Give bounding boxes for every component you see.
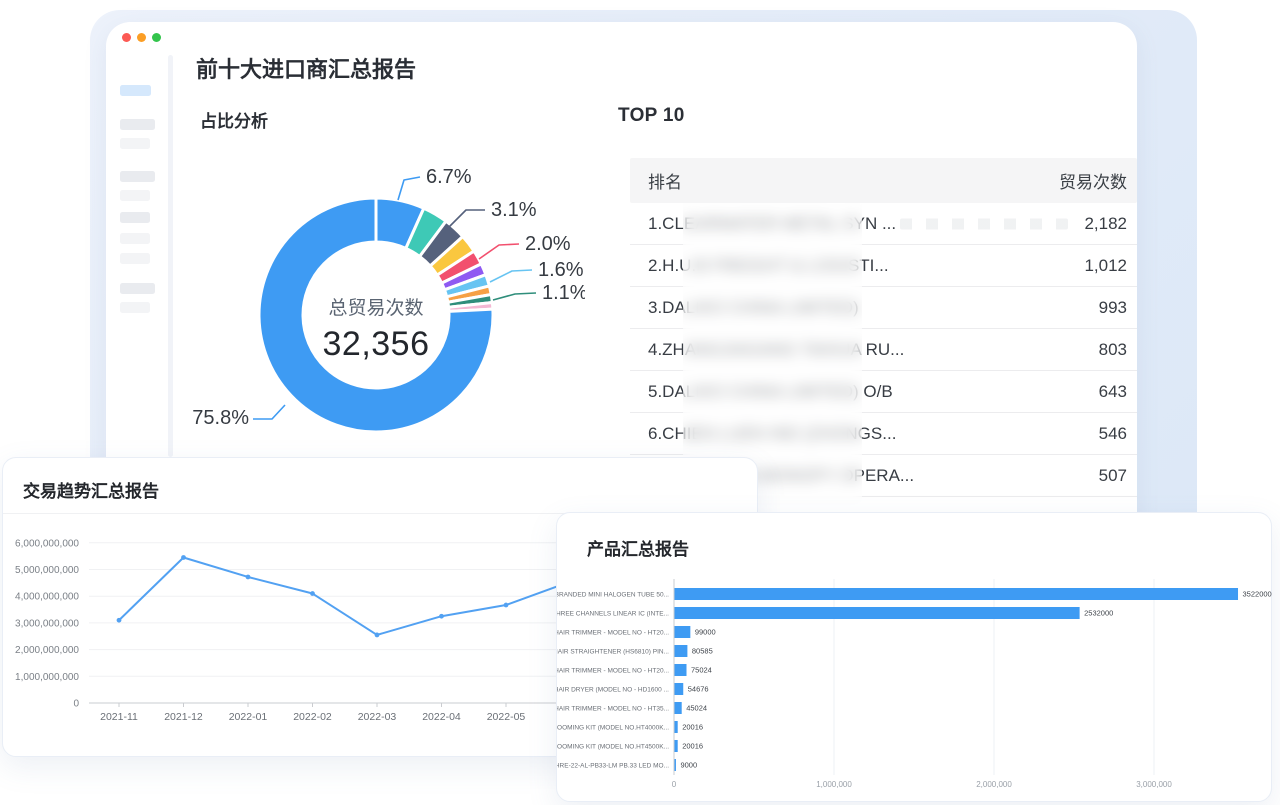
page-title: 前十大进口商汇总报告 [196, 52, 416, 84]
minimize-button[interactable] [137, 33, 146, 42]
svg-text:20016: 20016 [682, 742, 703, 751]
svg-text:2022-04: 2022-04 [422, 711, 461, 723]
svg-text:1,000,000,000: 1,000,000,000 [15, 672, 79, 683]
svg-text:3522000: 3522000 [1243, 590, 1272, 599]
close-button[interactable] [122, 33, 131, 42]
product-bar-chart: 0 1,000,000 2,000,000 3,000,000 UNBRANDED MI… [557, 569, 1273, 805]
svg-text:0: 0 [672, 780, 677, 789]
product-report-panel: 产品汇总报告 0 1,000,000 2,000,000 3,000,000 UNBRA… [556, 512, 1272, 802]
svg-text:HRE-22-AL-PB33-LM PB.33 LED MO: HRE-22-AL-PB33-LM PB.33 LED MO... [557, 763, 669, 770]
page: 前十大进口商汇总报告 占比分析 6.7% 3.1% 2.0% 1.6%1.1% 75.8… [0, 0, 1280, 805]
maximize-button[interactable] [152, 33, 161, 42]
svg-text:HAIR STRAIGHTENER (HS6810) PIN: HAIR STRAIGHTENER (HS6810) PIN... [557, 649, 669, 656]
table-header: 排名 贸易次数 [630, 158, 1137, 203]
svg-text:1,000,000: 1,000,000 [816, 780, 852, 789]
trade-count: 2,182 [1072, 214, 1127, 234]
sidebar-item-3[interactable] [120, 138, 150, 149]
sidebar-item-9[interactable] [120, 283, 155, 294]
sidebar-item-1[interactable] [120, 85, 151, 96]
svg-text:99000: 99000 [695, 628, 716, 637]
donut-chart: 6.7% 3.1% 2.0% 1.6%1.1% 75.8% [185, 155, 585, 445]
svg-text:UNBRANDED MINI HALOGEN TUBE 50: UNBRANDED MINI HALOGEN TUBE 50... [557, 592, 669, 599]
svg-text:GROOMING KIT (MODEL NO.HT4000K: GROOMING KIT (MODEL NO.HT4000K... [557, 725, 669, 732]
svg-text:1.6%: 1.6% [538, 259, 584, 281]
svg-text:80585: 80585 [692, 647, 713, 656]
svg-text:2022-03: 2022-03 [358, 711, 397, 723]
svg-text:75.8%: 75.8% [192, 407, 249, 429]
sidebar-item-4[interactable] [120, 171, 155, 182]
donut-section-title: 占比分析 [200, 107, 268, 132]
svg-text:2.0%: 2.0% [525, 233, 571, 255]
svg-text:9000: 9000 [680, 761, 697, 770]
sidebar-item-6[interactable] [120, 212, 150, 223]
svg-text:0: 0 [73, 699, 79, 710]
svg-text:6.7%: 6.7% [426, 166, 472, 188]
top10-title: TOP 10 [618, 105, 685, 127]
trend-panel-title: 交易趋势汇总报告 [23, 477, 159, 502]
svg-text:2022-02: 2022-02 [293, 711, 332, 723]
svg-text:2021-12: 2021-12 [164, 711, 203, 723]
svg-text:3,000,000,000: 3,000,000,000 [15, 618, 79, 629]
svg-text:54676: 54676 [688, 685, 709, 694]
svg-text:75024: 75024 [691, 666, 712, 675]
trade-count: 1,012 [1072, 256, 1127, 276]
svg-text:HAIR TRIMMER - MODEL NO - HT20: HAIR TRIMMER - MODEL NO - HT20... [557, 630, 669, 637]
svg-text:THREE CHANNELS LINEAR IC (INTE: THREE CHANNELS LINEAR IC (INTE... [557, 611, 669, 618]
trade-count: 507 [1087, 466, 1127, 486]
trade-count: 993 [1087, 298, 1127, 318]
trade-count: 803 [1087, 340, 1127, 360]
svg-text:HAIR TRIMMER - MODEL NO - HT35: HAIR TRIMMER - MODEL NO - HT35... [557, 706, 669, 713]
svg-text:2022-01: 2022-01 [229, 711, 268, 723]
product-panel-title: 产品汇总报告 [587, 535, 689, 560]
sidebar-item-10[interactable] [120, 302, 150, 313]
svg-text:HAIR DRYER (MODEL NO - HD1600: HAIR DRYER (MODEL NO - HD1600 ... [557, 687, 669, 694]
column-trades: 贸易次数 [1059, 168, 1127, 193]
sidebar-item-5[interactable] [120, 190, 150, 201]
sidebar-item-2[interactable] [120, 119, 155, 130]
svg-text:20016: 20016 [682, 723, 703, 732]
sidebar-item-7[interactable] [120, 233, 150, 244]
svg-text:HAIR TRIMMER - MODEL NO - HT20: HAIR TRIMMER - MODEL NO - HT20... [557, 668, 669, 675]
column-rank: 排名 [648, 168, 682, 193]
svg-text:GROOMING KIT (MODEL NO.HT4500K: GROOMING KIT (MODEL NO.HT4500K... [557, 744, 669, 751]
svg-text:2021-11: 2021-11 [100, 711, 138, 723]
svg-text:2,000,000: 2,000,000 [976, 780, 1012, 789]
svg-text:5,000,000,000: 5,000,000,000 [15, 565, 79, 576]
svg-text:2022-05: 2022-05 [487, 711, 526, 723]
trade-count: 643 [1087, 382, 1127, 402]
window-controls [122, 33, 161, 42]
trade-count: 546 [1087, 424, 1127, 444]
svg-text:4,000,000,000: 4,000,000,000 [15, 592, 79, 603]
svg-text:6,000,000,000: 6,000,000,000 [15, 538, 79, 549]
svg-text:3.1%: 3.1% [491, 199, 537, 221]
sidebar-divider [168, 55, 173, 457]
svg-text:45024: 45024 [686, 704, 707, 713]
svg-text:3,000,000: 3,000,000 [1136, 780, 1172, 789]
svg-text:2,000,000,000: 2,000,000,000 [15, 645, 79, 656]
svg-text:1.1%: 1.1% [542, 282, 585, 304]
svg-text:2532000: 2532000 [1084, 609, 1113, 618]
sidebar-item-8[interactable] [120, 253, 150, 264]
